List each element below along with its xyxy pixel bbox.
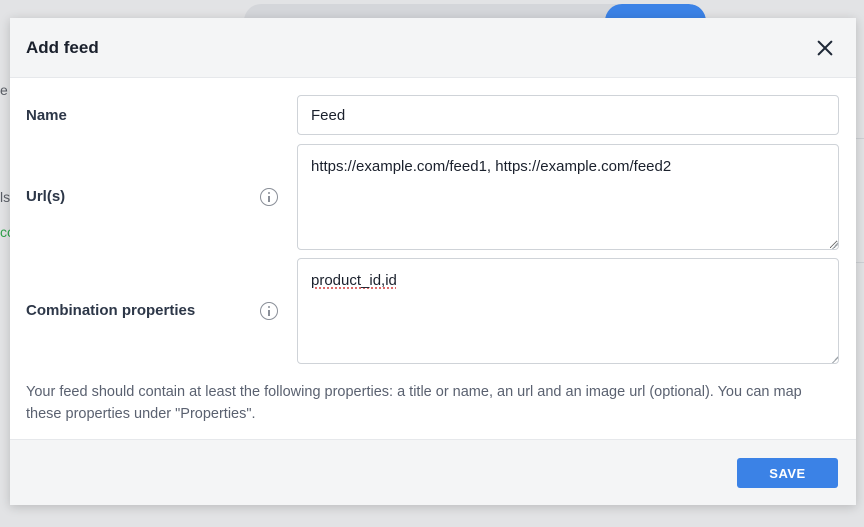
name-input[interactable]: [297, 95, 839, 135]
background-text-fragment: ls: [0, 189, 11, 205]
dialog-title: Add feed: [26, 37, 99, 57]
info-icon[interactable]: [260, 188, 278, 206]
background-divider: [856, 262, 864, 263]
name-label: Name: [26, 107, 67, 124]
close-icon[interactable]: [814, 37, 836, 59]
combination-properties-label: Combination properties: [26, 302, 196, 319]
dialog-footer: SAVE: [10, 439, 856, 505]
add-feed-dialog: Add feed Name Url(s) https://example.com…: [10, 18, 856, 505]
combination-properties-value: product_id,id: [311, 272, 397, 289]
info-icon[interactable]: [260, 302, 278, 320]
urls-textarea[interactable]: https://example.com/feed1, https://examp…: [297, 144, 839, 250]
save-button[interactable]: SAVE: [737, 458, 838, 488]
urls-label: Url(s): [26, 188, 66, 205]
background-divider: [856, 138, 864, 139]
combination-properties-textarea[interactable]: product_id,id: [297, 258, 839, 364]
help-text: Your feed should contain at least the fo…: [26, 384, 802, 422]
dialog-header: Add feed: [10, 18, 856, 78]
